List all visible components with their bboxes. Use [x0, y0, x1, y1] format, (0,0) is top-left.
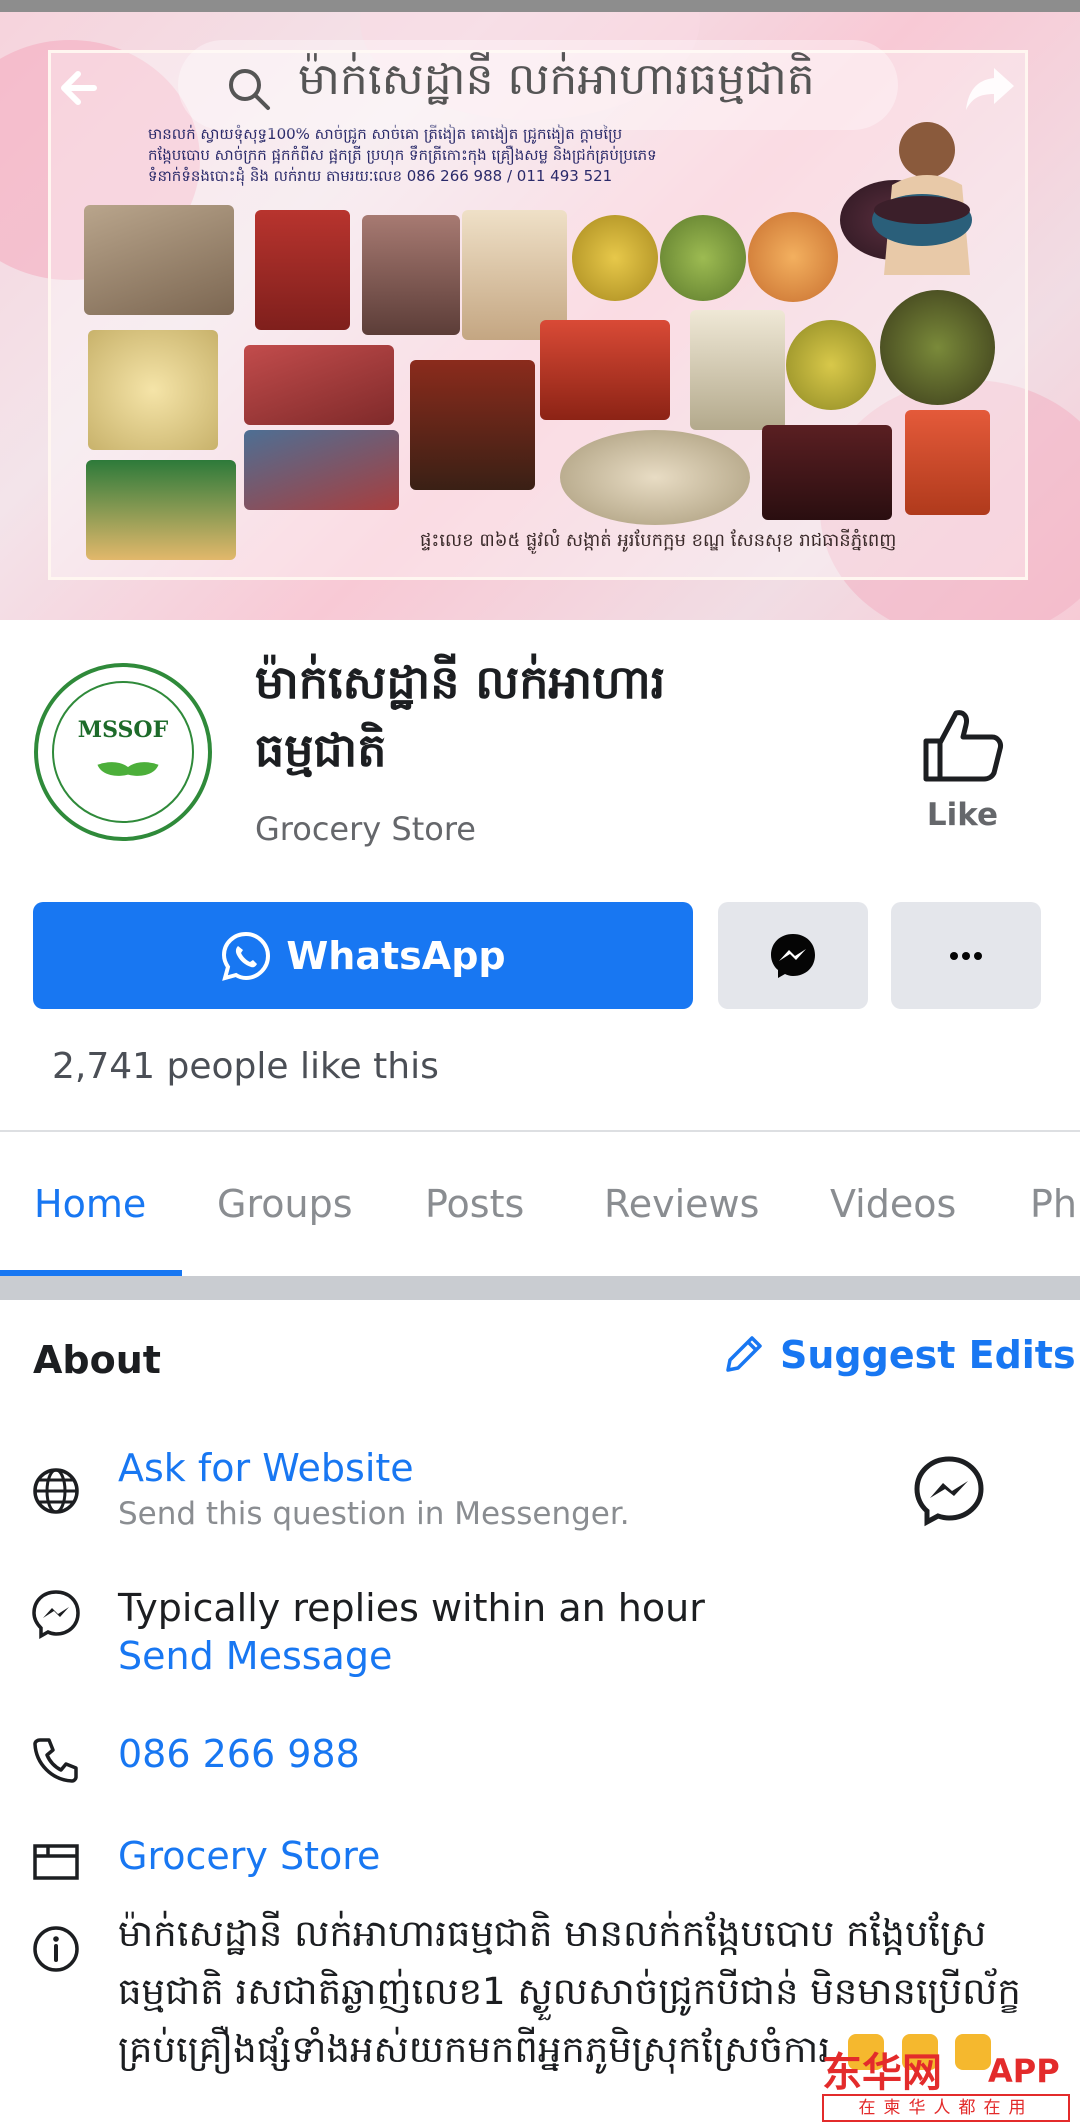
suggest-edits-label: Suggest Edits — [780, 1333, 1076, 1377]
pencil-icon — [726, 1336, 762, 1372]
storefront-icon — [33, 1844, 79, 1880]
page-category: Grocery Store — [255, 810, 476, 848]
pickles-image — [572, 215, 658, 301]
like-button[interactable]: Like — [920, 705, 1005, 845]
chili-image — [880, 290, 995, 405]
meat-cuts-image — [244, 430, 399, 510]
seller-photo — [872, 122, 972, 275]
fish-sauce-bottles-image — [540, 320, 670, 420]
pickled-mustard-image — [786, 320, 876, 410]
tab-videos[interactable]: Videos — [830, 1182, 956, 1226]
status-strip — [0, 0, 1080, 12]
page-avatar[interactable]: MSSOF — [34, 663, 212, 841]
messenger-outline-icon — [32, 1590, 80, 1640]
more-options-button[interactable] — [891, 902, 1041, 1009]
likes-count: 2,741 people like this — [52, 1046, 439, 1087]
tab-home[interactable]: Home — [34, 1182, 146, 1226]
thumbs-up-icon — [923, 710, 1003, 782]
tab-photos[interactable]: Ph — [1030, 1182, 1077, 1226]
phone-icon — [33, 1738, 78, 1783]
dried-beef-image — [762, 425, 892, 520]
category-link[interactable]: Grocery Store — [118, 1834, 380, 1878]
jars-lineup-image — [86, 460, 236, 560]
tab-groups[interactable]: Groups — [217, 1182, 353, 1226]
page-title: ម៉ាក់សេដ្ឋានី លក់អាហារធម្មជាតិ — [255, 655, 666, 777]
fried-dish-image — [410, 360, 535, 490]
suggest-edits-button[interactable]: Suggest Edits — [720, 1332, 1076, 1378]
raw-beef-image — [244, 345, 394, 425]
back-arrow-icon[interactable] — [52, 58, 112, 118]
whatsapp-icon — [222, 931, 271, 981]
whatsapp-button[interactable]: WhatsApp — [33, 902, 693, 1009]
watermark-logo: 东华网 — [822, 2050, 942, 2096]
about-heading: About — [33, 1338, 161, 1382]
like-label: Like — [926, 797, 999, 833]
reply-time-text: Typically replies within an hour — [118, 1586, 705, 1630]
section-divider — [0, 1276, 1080, 1300]
phone-number-link[interactable]: 086 266 988 — [118, 1732, 360, 1776]
watermark: 东华网 APP 在柬华人都在用 — [822, 2040, 1080, 2126]
jar-image — [690, 310, 785, 430]
tab-posts[interactable]: Posts — [425, 1182, 524, 1226]
search-bar-title: ម៉ាក់សេដ្ឋានី លក់អាហារធម្មជាតិ — [298, 54, 815, 105]
ask-for-website-link[interactable]: Ask for Website — [118, 1446, 414, 1490]
noodle-image — [748, 212, 838, 302]
pickled-cucumber-image — [660, 215, 746, 301]
messenger-icon — [771, 933, 815, 978]
globe-icon — [33, 1468, 79, 1514]
logo-text: MSSOF — [77, 717, 169, 743]
info-icon — [33, 1926, 79, 1972]
more-icon — [950, 951, 982, 960]
whatsapp-label: WhatsApp — [286, 933, 506, 978]
sausage-image — [255, 210, 350, 330]
messenger-icon[interactable] — [912, 1454, 986, 1528]
send-message-link[interactable]: Send Message — [118, 1634, 392, 1678]
messenger-button[interactable] — [718, 902, 868, 1009]
logo-ring — [52, 681, 194, 823]
cover-address: ផ្ទះលេខ ៣៦៥ ផ្លូវលំ សង្កាត់ អូរបែកក្អម ខ… — [420, 530, 897, 551]
page-tabs: Home Groups Posts Reviews Videos Ph — [0, 1132, 1080, 1274]
watermark-app: APP — [988, 2052, 1060, 2090]
tab-reviews[interactable]: Reviews — [604, 1182, 759, 1226]
search-icon[interactable] — [224, 64, 274, 114]
share-icon[interactable] — [960, 58, 1020, 118]
dried-fish-image — [84, 205, 234, 315]
watermark-tagline: 在柬华人都在用 — [822, 2094, 1070, 2122]
cover-photo[interactable]: មានលក់ ស្វាយទុំសុទ្ធ100% សាច់ជ្រូក សាច់គ… — [0, 0, 1080, 620]
ask-website-subtext: Send this question in Messenger. — [118, 1496, 630, 1532]
dried-meat-image — [362, 215, 460, 335]
dumplings-image — [88, 330, 218, 450]
frog-image — [560, 430, 750, 525]
jar-red-image — [905, 410, 990, 515]
cover-info-text: មានលក់ ស្វាយទុំសុទ្ធ100% សាច់ជ្រូក សាច់គ… — [148, 125, 657, 185]
